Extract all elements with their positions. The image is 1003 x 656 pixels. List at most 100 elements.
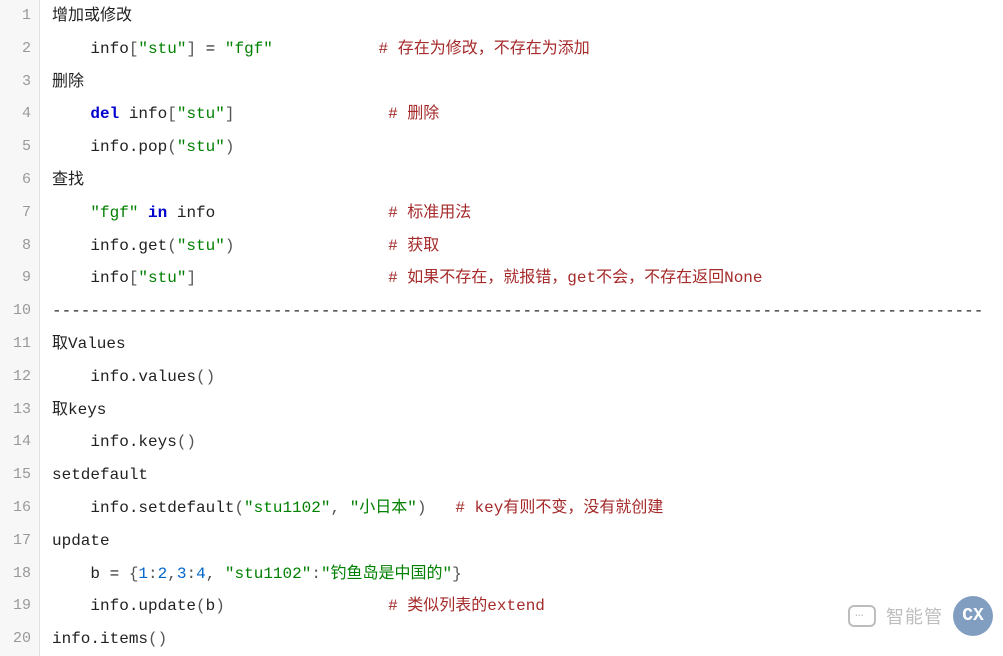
code-line: 取Values	[52, 328, 1003, 361]
code-token-punc: [	[167, 105, 177, 123]
code-token-id	[427, 499, 456, 517]
code-token-punc: (	[196, 597, 206, 615]
code-token-id: info.values	[90, 368, 196, 386]
code-token-str: "stu1102"	[244, 499, 330, 517]
line-number: 9	[0, 262, 31, 295]
code-token-num: 4	[196, 565, 206, 583]
code-token-id: 删除	[52, 73, 84, 91]
line-number: 20	[0, 623, 31, 656]
code-token-id: info.get	[90, 237, 167, 255]
code-token-punc: ,	[330, 499, 340, 517]
code-token-id: setdefault	[52, 466, 148, 484]
code-token-id	[52, 597, 90, 615]
code-token-punc: ()	[148, 630, 167, 648]
code-token-id: b	[206, 597, 216, 615]
code-line: 取keys	[52, 394, 1003, 427]
code-token-id	[234, 105, 388, 123]
line-number: 10	[0, 295, 31, 328]
line-number: 18	[0, 558, 31, 591]
code-token-cmt: # 存在为修改，不存在为添加	[379, 40, 590, 58]
code-token-id	[52, 433, 90, 451]
code-token-cmt: # 标准用法	[388, 204, 471, 222]
code-token-punc: )	[215, 597, 225, 615]
code-token-id	[52, 204, 90, 222]
code-token-punc: :	[186, 565, 196, 583]
code-token-id	[52, 237, 90, 255]
code-token-id: info.items	[52, 630, 148, 648]
code-line: 查找	[52, 164, 1003, 197]
code-line: info.pop("stu")	[52, 131, 1003, 164]
line-number: 17	[0, 525, 31, 558]
line-number: 1	[0, 0, 31, 33]
code-token-id	[196, 269, 388, 287]
code-token-id	[273, 40, 379, 58]
code-token-id: info	[119, 105, 167, 123]
line-number: 5	[0, 131, 31, 164]
code-token-id: 增加或修改	[52, 7, 132, 25]
line-number: 6	[0, 164, 31, 197]
code-token-str: "stu"	[177, 105, 225, 123]
code-editor-content: 增加或修改 info["stu"] = "fgf" # 存在为修改，不存在为添加…	[40, 0, 1003, 656]
code-token-str: "小日本"	[350, 499, 417, 517]
code-line: 增加或修改	[52, 0, 1003, 33]
code-token-id: info.keys	[90, 433, 176, 451]
line-number: 12	[0, 361, 31, 394]
code-token-id: 查找	[52, 171, 84, 189]
code-token-punc: ,	[206, 565, 216, 583]
code-token-id: ----------------------------------------…	[52, 302, 983, 320]
code-token-id	[52, 138, 90, 156]
code-token-punc: ]	[186, 269, 196, 287]
code-token-id	[52, 40, 90, 58]
code-token-num: 1	[138, 565, 148, 583]
code-token-id	[340, 499, 350, 517]
code-line: "fgf" in info # 标准用法	[52, 197, 1003, 230]
code-line: info.values()	[52, 361, 1003, 394]
code-token-id	[215, 565, 225, 583]
line-number: 11	[0, 328, 31, 361]
line-number: 2	[0, 33, 31, 66]
line-number: 16	[0, 492, 31, 525]
code-token-str: "stu"	[177, 237, 225, 255]
code-token-cmt: # 类似列表的extend	[388, 597, 545, 615]
code-line: b = {1:2,3:4, "stu1102":"钓鱼岛是中国的"}	[52, 558, 1003, 591]
code-token-punc: ]	[186, 40, 196, 58]
code-token-id: 取keys	[52, 401, 106, 419]
code-token-cmt: # 获取	[388, 237, 439, 255]
code-token-cmt: # 如果不存在，就报错，get不会，不存在返回None	[388, 269, 762, 287]
line-number: 3	[0, 66, 31, 99]
code-line: info.update(b) # 类似列表的extend	[52, 590, 1003, 623]
code-token-id	[52, 269, 90, 287]
code-token-cmt: # key有则不变，没有就创建	[455, 499, 663, 517]
code-token-punc: )	[417, 499, 427, 517]
code-token-punc: ,	[167, 565, 177, 583]
code-token-str: "stu1102"	[225, 565, 311, 583]
line-number: 13	[0, 394, 31, 427]
code-token-punc: }	[452, 565, 462, 583]
code-token-id: info.pop	[90, 138, 167, 156]
code-token-punc: ()	[177, 433, 196, 451]
code-token-kw: del	[90, 105, 119, 123]
line-number-gutter: 1234567891011121314151617181920	[0, 0, 40, 656]
line-number: 14	[0, 426, 31, 459]
line-number: 19	[0, 590, 31, 623]
line-number: 7	[0, 197, 31, 230]
code-token-punc: :	[148, 565, 158, 583]
code-line: ----------------------------------------…	[52, 295, 1003, 328]
code-token-str: "钓鱼岛是中国的"	[321, 565, 452, 583]
code-line: update	[52, 525, 1003, 558]
code-token-id	[215, 204, 388, 222]
code-token-punc: :	[311, 565, 321, 583]
code-token-str: "fgf"	[90, 204, 138, 222]
code-token-id	[52, 368, 90, 386]
code-token-id: info.setdefault	[90, 499, 234, 517]
code-token-punc: (	[167, 138, 177, 156]
code-token-punc: )	[225, 237, 235, 255]
code-token-id	[138, 204, 148, 222]
code-token-id: info.update	[90, 597, 196, 615]
code-line: 删除	[52, 66, 1003, 99]
code-token-id	[225, 597, 388, 615]
code-token-punc: [	[129, 40, 139, 58]
code-token-id: =	[196, 40, 225, 58]
code-token-str: "fgf"	[225, 40, 273, 58]
code-token-str: "stu"	[138, 40, 186, 58]
